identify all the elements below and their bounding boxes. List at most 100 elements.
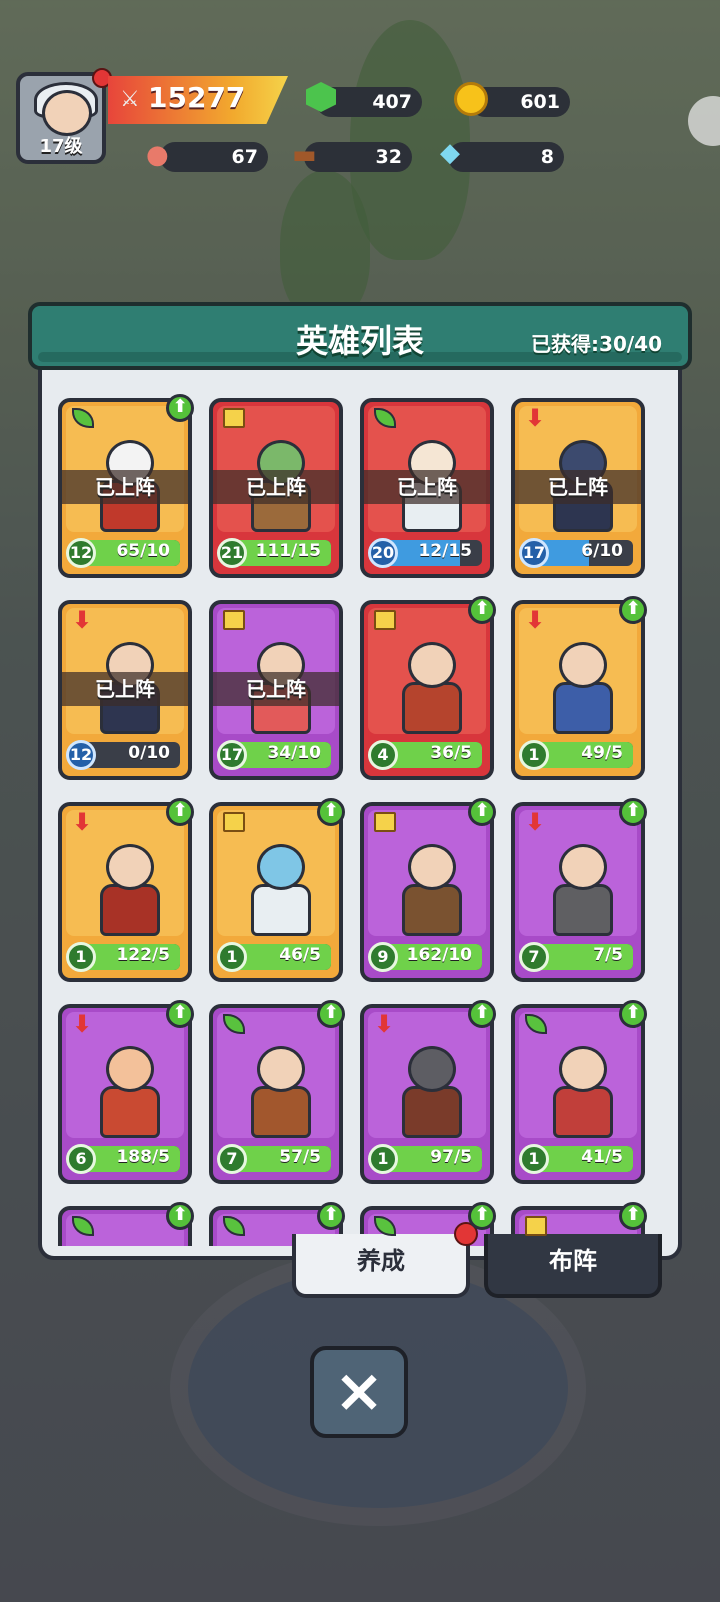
hero-head bbox=[408, 1046, 456, 1092]
tab-formation[interactable]: 布阵 bbox=[484, 1234, 662, 1298]
hero-figure bbox=[547, 844, 613, 936]
hero-level-badge: 17 bbox=[217, 740, 247, 770]
hero-figure bbox=[547, 642, 613, 734]
crossed-swords-icon: ⚔ bbox=[120, 87, 140, 112]
book-icon bbox=[374, 812, 396, 832]
player-avatar[interactable]: 17级 bbox=[16, 72, 106, 164]
tab-foster[interactable]: 养成 bbox=[292, 1234, 470, 1298]
red-arrow-icon: ⬇ bbox=[525, 404, 546, 432]
hero-level-badge: 6 bbox=[66, 1144, 96, 1174]
hero-card[interactable]: 57/5 7 bbox=[209, 1004, 343, 1184]
shard-progress-text: 65/10 bbox=[116, 541, 170, 561]
hero-level-badge: 1 bbox=[519, 1144, 549, 1174]
collected-value: 30/40 bbox=[599, 332, 662, 356]
hero-level-badge: 1 bbox=[217, 942, 247, 972]
hero-body bbox=[553, 884, 613, 936]
upgrade-arrow-icon: ⬆ bbox=[619, 596, 647, 624]
shard-progress-text: 49/5 bbox=[581, 743, 623, 763]
hero-level-badge: 4 bbox=[368, 740, 398, 770]
red-arrow-icon: ⬇ bbox=[525, 808, 546, 836]
avatar-face bbox=[42, 90, 92, 136]
upgrade-arrow-icon: ⬆ bbox=[166, 394, 194, 422]
hero-card[interactable]: ⬇ 122/5 1 bbox=[58, 802, 192, 982]
deployed-label: 已上阵 bbox=[213, 470, 339, 504]
upgrade-arrow-icon: ⬆ bbox=[468, 596, 496, 624]
collected-label: 已获得: bbox=[531, 332, 600, 356]
shard-progress-text: 41/5 bbox=[581, 1147, 623, 1167]
red-arrow-icon: ⬇ bbox=[72, 808, 93, 836]
upgrade-arrow-icon: ⬆ bbox=[317, 798, 345, 826]
shard-progress-text: 0/10 bbox=[128, 743, 170, 763]
meat-icon: ● bbox=[146, 140, 169, 170]
hero-card[interactable]: 36/5 4 bbox=[360, 600, 494, 780]
hero-head bbox=[559, 1046, 607, 1092]
crystal-icon: ◆ bbox=[440, 138, 460, 168]
hero-body bbox=[402, 1086, 462, 1138]
book-icon bbox=[223, 610, 245, 630]
hero-card[interactable]: 41/5 1 bbox=[511, 1004, 645, 1184]
hero-card[interactable]: ⬇ 7/5 7 bbox=[511, 802, 645, 982]
close-button[interactable]: × bbox=[310, 1346, 408, 1438]
combat-power-value: 15277 bbox=[148, 81, 246, 114]
hero-level-badge: 7 bbox=[519, 942, 549, 972]
player-level: 17级 bbox=[39, 136, 83, 157]
hero-body bbox=[553, 682, 613, 734]
hero-card[interactable]: 46/5 1 bbox=[209, 802, 343, 982]
hero-figure bbox=[245, 1046, 311, 1138]
hero-card[interactable]: ⬇ 97/5 1 bbox=[360, 1004, 494, 1184]
hero-card[interactable]: ⬇ 49/5 1 bbox=[511, 600, 645, 780]
hero-body bbox=[100, 1086, 160, 1138]
collected-count: 已获得:30/40 bbox=[531, 328, 662, 357]
red-arrow-icon: ⬇ bbox=[525, 606, 546, 634]
deployed-label: 已上阵 bbox=[515, 470, 641, 504]
red-arrow-icon: ⬇ bbox=[72, 606, 93, 634]
hero-card[interactable]: 162/10 9 bbox=[360, 802, 494, 982]
hero-figure bbox=[396, 642, 462, 734]
upgrade-arrow-icon: ⬆ bbox=[468, 1202, 496, 1230]
book-icon bbox=[223, 812, 245, 832]
hero-head bbox=[559, 642, 607, 688]
meat-counter[interactable]: 67 bbox=[160, 142, 268, 172]
hero-head bbox=[106, 844, 154, 890]
hero-head bbox=[106, 1046, 154, 1092]
hero-card[interactable]: ⬇ 已上阵 6/10 17 bbox=[511, 398, 645, 578]
shard-progress-text: 34/10 bbox=[267, 743, 321, 763]
hero-figure bbox=[94, 844, 160, 936]
hero-figure bbox=[547, 1046, 613, 1138]
hero-figure bbox=[396, 844, 462, 936]
gold-coin-icon bbox=[454, 82, 488, 116]
upgrade-arrow-icon: ⬆ bbox=[317, 1000, 345, 1028]
hero-body bbox=[553, 1086, 613, 1138]
hero-level-badge: 20 bbox=[368, 538, 398, 568]
upgrade-arrow-icon: ⬆ bbox=[468, 798, 496, 826]
book-icon bbox=[525, 1216, 547, 1236]
hero-figure bbox=[245, 844, 311, 936]
hero-card[interactable]: 已上阵 111/15 21 bbox=[209, 398, 343, 578]
close-icon: × bbox=[333, 1356, 385, 1426]
hero-level-badge: 21 bbox=[217, 538, 247, 568]
hero-level-badge: 7 bbox=[217, 1144, 247, 1174]
shard-progress-text: 162/10 bbox=[406, 945, 472, 965]
hero-card[interactable]: 已上阵 12/15 20 bbox=[360, 398, 494, 578]
hero-list-header: 英雄列表 已获得:30/40 bbox=[28, 302, 692, 370]
combat-power-bar: ⚔ 15277 bbox=[108, 76, 288, 124]
hero-card[interactable]: 已上阵 34/10 17 bbox=[209, 600, 343, 780]
hero-grid[interactable]: 已上阵 65/10 12 ⬆ 已上阵 111/15 21 已上阵 12/15 20 ⬇ 已上阵 6/10… bbox=[46, 392, 670, 1246]
crystal-counter[interactable]: 8 bbox=[448, 142, 564, 172]
upgrade-arrow-icon: ⬆ bbox=[468, 1000, 496, 1028]
hero-card[interactable]: ⬇ 188/5 6 bbox=[58, 1004, 192, 1184]
shard-progress-text: 46/5 bbox=[279, 945, 321, 965]
red-arrow-icon: ⬇ bbox=[374, 1010, 395, 1038]
red-arrow-icon: ⬇ bbox=[72, 1010, 93, 1038]
shard-progress-text: 12/15 bbox=[418, 541, 472, 561]
hero-card[interactable]: 已上阵 65/10 12 bbox=[58, 398, 192, 578]
upgrade-arrow-icon: ⬆ bbox=[166, 798, 194, 826]
shard-progress-text: 36/5 bbox=[430, 743, 472, 763]
hero-level-badge: 9 bbox=[368, 942, 398, 972]
book-icon bbox=[374, 610, 396, 630]
hero-body bbox=[100, 884, 160, 936]
shard-progress-text: 111/15 bbox=[255, 541, 321, 561]
wood-counter[interactable]: 32 bbox=[304, 142, 412, 172]
deployed-label: 已上阵 bbox=[364, 470, 490, 504]
hero-card[interactable]: ⬇ 已上阵 0/10 12 bbox=[58, 600, 192, 780]
